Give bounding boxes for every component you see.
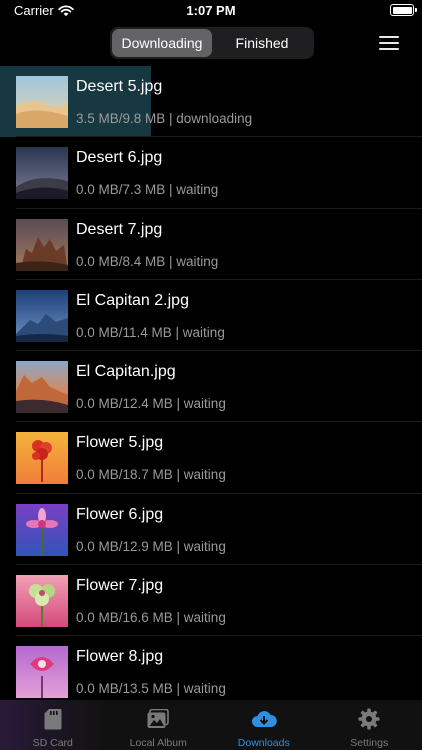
file-name: Desert 7.jpg bbox=[76, 220, 163, 238]
file-name: Desert 6.jpg bbox=[76, 149, 163, 167]
thumbnail-el-capitan-2 bbox=[16, 289, 68, 342]
list-item[interactable]: El Capitan 2.jpg 0.0 MB/11.4 MB | waitin… bbox=[0, 280, 422, 352]
file-name: Flower 6.jpg bbox=[76, 505, 164, 523]
file-status: 3.5 MB/9.8 MB | downloading bbox=[76, 111, 253, 126]
list-item[interactable]: Flower 5.jpg 0.0 MB/18.7 MB | waiting bbox=[0, 422, 422, 494]
file-name: Flower 5.jpg bbox=[76, 434, 164, 452]
segment-finished[interactable]: Finished bbox=[212, 29, 312, 57]
download-status-segmented-control: Downloading Finished bbox=[110, 27, 314, 59]
file-name: Flower 7.jpg bbox=[76, 577, 164, 595]
photo-album-icon bbox=[147, 709, 170, 728]
thumbnail-desert-6 bbox=[16, 147, 68, 200]
file-name: Flower 8.jpg bbox=[76, 648, 164, 666]
file-status: 0.0 MB/12.9 MB | waiting bbox=[76, 538, 226, 554]
thumbnail-el-capitan bbox=[16, 361, 68, 414]
file-status: 0.0 MB/13.5 MB | waiting bbox=[76, 681, 226, 697]
file-status: 0.0 MB/18.7 MB | waiting bbox=[76, 467, 226, 483]
hamburger-menu-icon[interactable] bbox=[379, 36, 399, 50]
tab-local-album[interactable]: Local Album bbox=[106, 700, 212, 750]
file-name: El Capitan 2.jpg bbox=[76, 291, 189, 309]
list-item[interactable]: Desert 6.jpg 0.0 MB/7.3 MB | waiting bbox=[0, 137, 422, 209]
tab-bar: SD Card Local Album Downloads Settings bbox=[0, 700, 422, 750]
list-item[interactable]: Desert 5.jpg 3.5 MB/9.8 MB | downloading bbox=[0, 66, 422, 138]
tab-downloads[interactable]: Downloads bbox=[211, 700, 317, 750]
list-item[interactable]: Flower 8.jpg 0.0 MB/13.5 MB | waiting bbox=[0, 636, 422, 707]
thumbnail-flower-7 bbox=[16, 575, 68, 628]
file-status: 0.0 MB/16.6 MB | waiting bbox=[76, 610, 226, 626]
list-item[interactable]: Flower 6.jpg 0.0 MB/12.9 MB | waiting bbox=[0, 494, 422, 566]
file-status: 0.0 MB/7.3 MB | waiting bbox=[76, 182, 219, 198]
file-status: 0.0 MB/8.4 MB | waiting bbox=[76, 253, 219, 269]
file-status: 0.0 MB/12.4 MB | waiting bbox=[76, 396, 226, 412]
tab-label: Downloads bbox=[237, 737, 290, 749]
list-item[interactable]: El Capitan.jpg 0.0 MB/12.4 MB | waiting bbox=[0, 351, 422, 423]
file-status: 0.0 MB/11.4 MB | waiting bbox=[76, 324, 225, 340]
gear-icon bbox=[358, 708, 380, 730]
sd-card-icon bbox=[44, 709, 62, 730]
file-name: Desert 5.jpg bbox=[76, 78, 163, 95]
tab-label: Local Album bbox=[129, 737, 187, 749]
thumbnail-desert-7 bbox=[16, 218, 68, 271]
segment-downloading[interactable]: Downloading bbox=[112, 29, 212, 57]
thumbnail-flower-5 bbox=[16, 432, 68, 485]
tab-sd-card[interactable]: SD Card bbox=[0, 700, 106, 750]
tab-label: Settings bbox=[350, 737, 389, 749]
thumbnail-flower-6 bbox=[16, 503, 68, 556]
download-list: Desert 5.jpg 3.5 MB/9.8 MB | downloading… bbox=[0, 66, 422, 708]
thumbnail-flower-8 bbox=[16, 646, 68, 699]
list-item[interactable]: Desert 7.jpg 0.0 MB/8.4 MB | waiting bbox=[0, 209, 422, 280]
battery-icon bbox=[390, 4, 417, 16]
cloud-download-icon bbox=[251, 711, 277, 727]
tab-label: SD Card bbox=[32, 737, 73, 749]
tab-settings[interactable]: Settings bbox=[317, 700, 422, 750]
file-name: El Capitan.jpg bbox=[76, 363, 176, 381]
clock: 1:07 PM bbox=[186, 3, 236, 18]
thumbnail-desert-5 bbox=[16, 76, 68, 128]
status-bar: Carrier 1:07 PM bbox=[0, 0, 422, 22]
list-item[interactable]: Flower 7.jpg 0.0 MB/16.6 MB | waiting bbox=[0, 565, 422, 637]
